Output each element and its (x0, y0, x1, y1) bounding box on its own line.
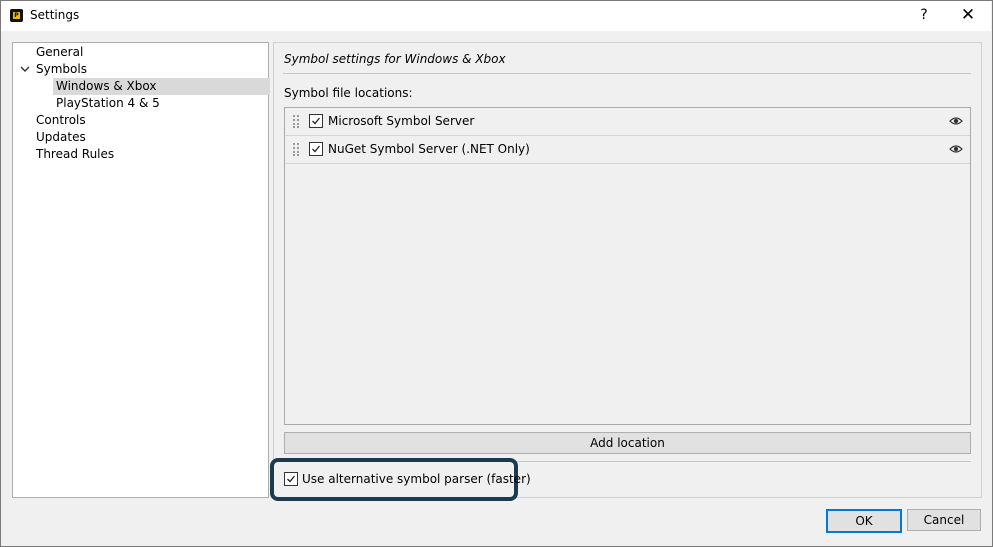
location-checkbox[interactable] (309, 114, 323, 128)
eye-icon[interactable] (949, 144, 963, 154)
tree-item-symbols[interactable]: Symbols (36, 61, 87, 78)
drag-handle-icon[interactable] (293, 143, 299, 156)
close-button[interactable]: ✕ (954, 4, 982, 26)
symbol-locations-list[interactable]: Microsoft Symbol Server NuGet Symbol Ser… (284, 107, 971, 425)
location-label: Microsoft Symbol Server (328, 114, 475, 128)
help-button[interactable]: ? (911, 4, 937, 26)
panel-header: Symbol settings for Windows & Xbox (284, 52, 506, 66)
header-divider (283, 73, 971, 74)
app-logo-icon: P (10, 9, 23, 22)
add-location-button[interactable]: Add location (284, 432, 971, 454)
tree-item-windows-xbox[interactable]: Windows & Xbox (53, 78, 270, 95)
symbol-locations-label: Symbol file locations: (284, 86, 413, 100)
title-bar: P Settings ? ✕ (0, 0, 991, 31)
tree-item-playstation[interactable]: PlayStation 4 & 5 (56, 95, 160, 112)
list-item[interactable]: NuGet Symbol Server (.NET Only) (286, 136, 970, 164)
tree-item-updates[interactable]: Updates (36, 129, 86, 146)
tree-item-controls[interactable]: Controls (36, 112, 86, 129)
alt-parser-label[interactable]: Use alternative symbol parser (faster) (302, 472, 531, 486)
tree-item-thread-rules[interactable]: Thread Rules (36, 146, 114, 163)
location-label: NuGet Symbol Server (.NET Only) (328, 142, 530, 156)
list-item[interactable]: Microsoft Symbol Server (286, 108, 970, 136)
alt-parser-checkbox[interactable] (284, 472, 298, 486)
cancel-button[interactable]: Cancel (907, 509, 981, 531)
tree-item-general[interactable]: General (36, 44, 83, 61)
drag-handle-icon[interactable] (293, 115, 299, 128)
ok-button[interactable]: OK (826, 509, 902, 533)
location-checkbox[interactable] (309, 142, 323, 156)
window-title: Settings (30, 8, 80, 22)
settings-tree[interactable]: General Symbols Windows & Xbox PlayStati… (12, 42, 270, 498)
eye-icon[interactable] (949, 116, 963, 126)
chevron-down-icon[interactable] (19, 63, 31, 75)
